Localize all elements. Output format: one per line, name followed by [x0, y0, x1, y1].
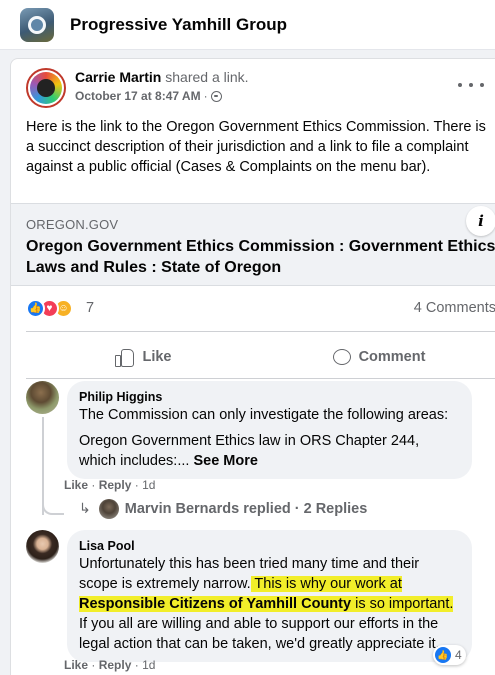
comment-bubble: Lisa Pool Unfortunately this has been tr… — [67, 530, 472, 662]
comment-reply-link[interactable]: Reply — [99, 658, 132, 672]
link-preview[interactable]: OREGON.GOV Oregon Government Ethics Comm… — [11, 203, 495, 286]
group-avatar[interactable] — [20, 7, 54, 42]
author-line: Carrie Martin shared a link. — [75, 69, 249, 85]
commenter-avatar[interactable] — [26, 381, 59, 414]
author-action: shared a link. — [165, 69, 249, 85]
more-options-icon[interactable] — [458, 75, 484, 95]
reactions-bar: 👍 ♥ ☺ 7 4 Comments — [26, 299, 495, 321]
comment-lisa: Lisa Pool Unfortunately this has been tr… — [26, 530, 495, 662]
like-button[interactable]: Like — [26, 338, 261, 376]
post-header: Carrie Martin shared a link. October 17 … — [11, 59, 495, 115]
comment-like-link[interactable]: Like — [64, 658, 88, 672]
reaction-count[interactable]: 7 — [86, 300, 94, 316]
see-more-link[interactable]: See More — [193, 453, 257, 469]
comment-age: 1d — [142, 658, 156, 672]
post-text: Here is the link to the Oregon Governmen… — [26, 119, 486, 175]
commenter-name[interactable]: Philip Higgins — [79, 389, 460, 405]
link-domain: OREGON.GOV — [26, 217, 119, 232]
commenter-name[interactable]: Lisa Pool — [79, 538, 460, 554]
comment-text-1: The Commission can only investigate the … — [79, 407, 449, 423]
post-timestamp[interactable]: October 17 at 8:47 AM — [75, 89, 201, 103]
comment-text: Unfortunately this has been tried many t… — [79, 556, 454, 612]
comment-actions: Like · Reply · 1d — [64, 658, 156, 672]
comment-age: 1d — [142, 478, 156, 492]
comment-text-2: Oregon Government Ethics law in ORS Chap… — [79, 433, 420, 469]
comment-icon — [332, 348, 351, 366]
comment-reaction-count: 4 — [455, 648, 462, 662]
globe-icon[interactable] — [210, 90, 222, 102]
comment-like-link[interactable]: Like — [64, 478, 88, 492]
divider — [26, 331, 495, 332]
commenter-avatar[interactable] — [26, 530, 59, 563]
thumbs-up-icon — [115, 348, 135, 367]
info-icon[interactable]: i — [466, 206, 495, 236]
meta-separator: · — [203, 89, 208, 103]
thread-connector — [42, 499, 64, 515]
comment-label: Comment — [358, 349, 426, 365]
author-avatar[interactable] — [26, 68, 66, 108]
author-name[interactable]: Carrie Martin — [75, 69, 161, 85]
comment-philip: Philip Higgins The Commission can only i… — [26, 381, 495, 491]
comment-text-2: If you all are willing and able to suppo… — [79, 616, 440, 652]
comment-reaction-badge[interactable]: 👍 4 — [433, 645, 466, 665]
like-reaction-icon: 👍 — [26, 299, 45, 318]
comment-count[interactable]: 4 Comments — [414, 300, 495, 316]
post-actions: Like Comment — [26, 338, 495, 376]
post-meta: October 17 at 8:47 AM · — [75, 89, 222, 103]
comment-actions: Like · Reply · 1d — [64, 478, 156, 492]
link-title[interactable]: Oregon Government Ethics Commission : Go… — [26, 236, 495, 278]
comment-bubble: Philip Higgins The Commission can only i… — [67, 381, 472, 479]
comment-button[interactable]: Comment — [261, 338, 495, 376]
replier-avatar — [98, 499, 119, 519]
like-reaction-icon: 👍 — [435, 647, 451, 663]
view-replies[interactable]: ↳ Marvin Bernards replied · 2 Replies — [79, 498, 367, 520]
like-label: Like — [142, 349, 172, 365]
group-header: Progressive Yamhill Group — [0, 0, 495, 50]
post-card: Carrie Martin shared a link. October 17 … — [10, 58, 495, 675]
replies-text: Marvin Bernards replied · 2 Replies — [124, 501, 368, 517]
group-name[interactable]: Progressive Yamhill Group — [70, 15, 287, 35]
divider — [26, 378, 495, 379]
highlighted-org-name: Responsible Citizens of Yamhill County — [79, 596, 352, 612]
reaction-icons[interactable]: 👍 ♥ ☺ — [26, 299, 73, 318]
reply-arrow-icon: ↳ — [79, 501, 91, 517]
comment-reply-link[interactable]: Reply — [99, 478, 132, 492]
